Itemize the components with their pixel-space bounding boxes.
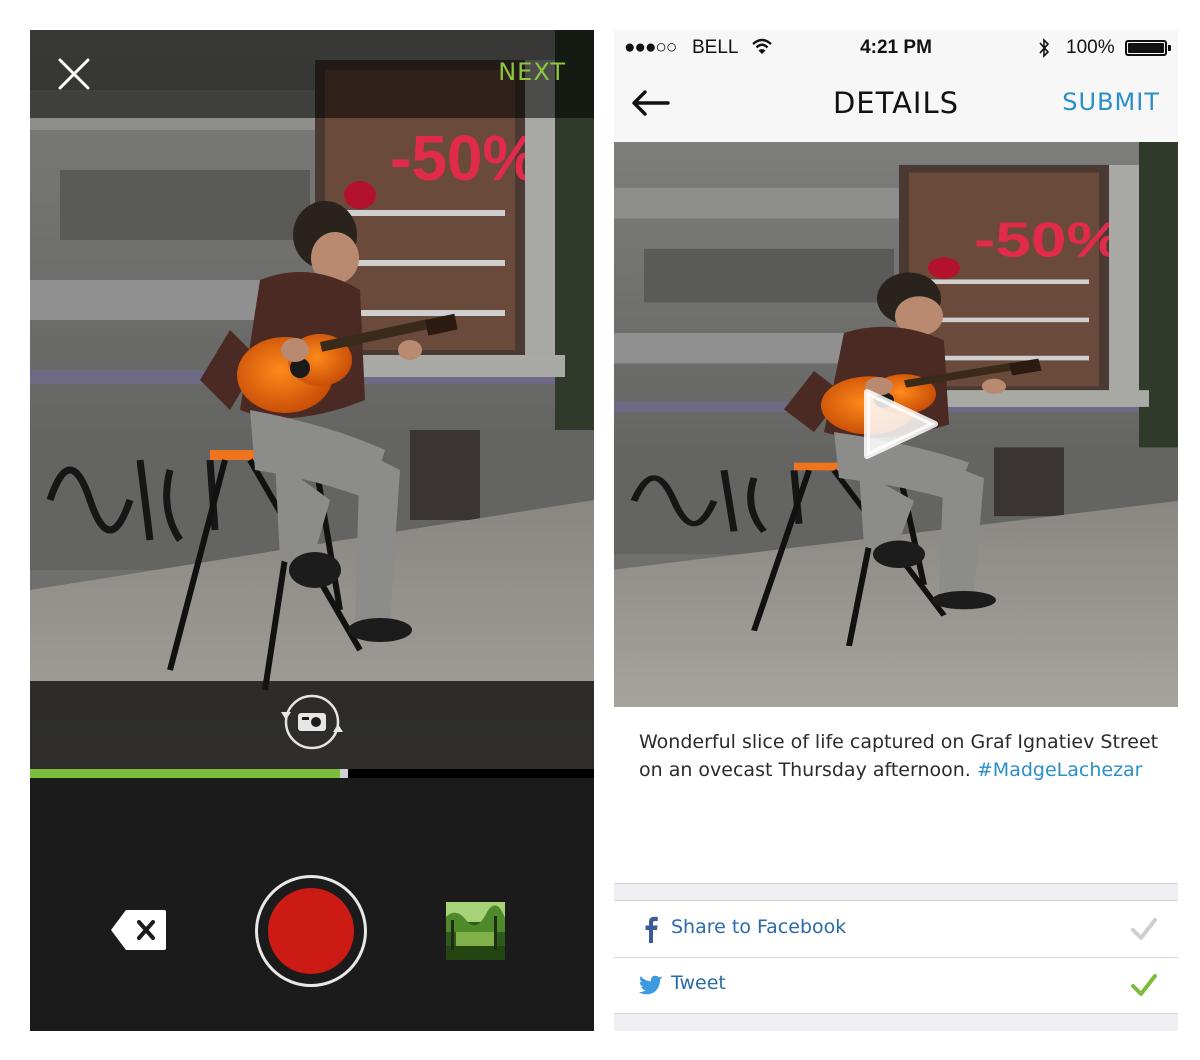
close-icon[interactable] bbox=[56, 56, 92, 92]
submit-button[interactable]: SUBMIT bbox=[1062, 88, 1160, 116]
recording-progress-fill bbox=[30, 769, 340, 778]
checkmark-off-icon bbox=[1131, 918, 1157, 940]
bottom-divider bbox=[614, 1013, 1178, 1031]
section-divider bbox=[614, 883, 1178, 901]
recording-progress-marker bbox=[340, 769, 348, 778]
record-button[interactable] bbox=[255, 875, 367, 987]
status-bar: ●●●○○ BELL 4:21 PM 100% bbox=[614, 30, 1178, 66]
camera-viewfinder bbox=[30, 30, 594, 770]
viewfinder-image bbox=[30, 30, 594, 770]
battery-icon bbox=[1125, 40, 1171, 56]
camera-flip-icon[interactable] bbox=[278, 692, 346, 752]
details-screen: ●●●○○ BELL 4:21 PM 100% DETAILS SUBMIT W… bbox=[614, 30, 1178, 1031]
camera-screen: NEXT bbox=[30, 30, 594, 1031]
video-caption: Wonderful slice of life captured on Graf… bbox=[639, 728, 1159, 784]
recording-progress bbox=[30, 769, 594, 778]
twitter-icon bbox=[638, 975, 663, 995]
record-button-core bbox=[268, 888, 354, 974]
nav-bar: DETAILS SUBMIT bbox=[614, 66, 1178, 142]
next-button[interactable]: NEXT bbox=[498, 58, 566, 86]
gallery-thumbnail[interactable] bbox=[446, 902, 505, 960]
play-icon[interactable] bbox=[859, 388, 939, 460]
tweet-label: Tweet bbox=[671, 972, 726, 994]
facebook-icon bbox=[645, 916, 658, 943]
battery-percentage: 100% bbox=[1066, 37, 1115, 58]
caption-hashtag[interactable]: #MadgeLachezar bbox=[977, 759, 1143, 781]
share-facebook-label: Share to Facebook bbox=[671, 916, 847, 938]
camera-controls bbox=[30, 778, 594, 1031]
bluetooth-icon bbox=[1039, 38, 1050, 58]
tweet-row[interactable]: Tweet bbox=[614, 958, 1178, 1013]
gallery-thumbnail-image bbox=[446, 902, 505, 960]
share-facebook-row[interactable]: Share to Facebook bbox=[614, 902, 1178, 957]
checkmark-on-icon bbox=[1131, 974, 1157, 996]
delete-segment-icon[interactable] bbox=[110, 908, 168, 952]
